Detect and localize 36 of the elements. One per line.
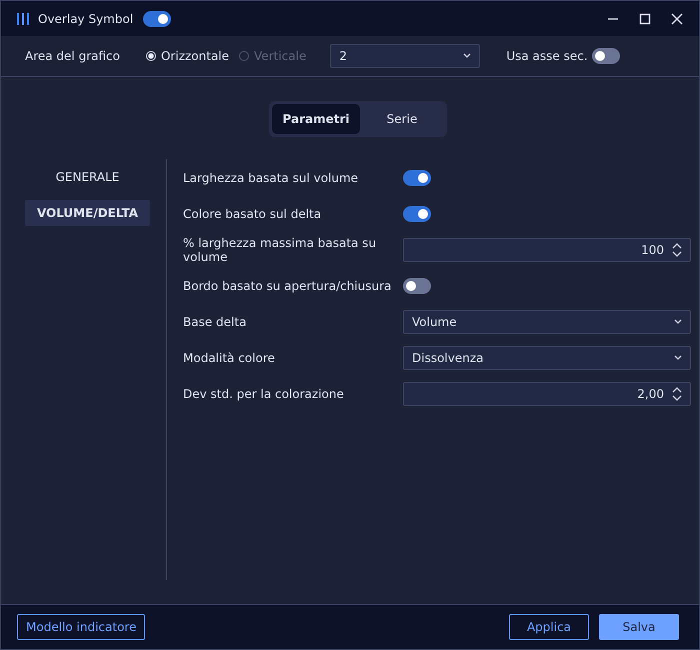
close-icon[interactable]	[671, 12, 683, 24]
setting-label: Colore basato sul delta	[183, 206, 322, 220]
orientation-radio[interactable]: Orizzontale	[146, 49, 230, 63]
secondary-axis-toggle[interactable]	[592, 48, 620, 64]
sidebar-item[interactable]: VOLUME/DELTA	[25, 200, 150, 226]
app-logo-icon	[16, 12, 30, 26]
indicator-template-button[interactable]: Modello indicatore	[17, 614, 146, 640]
number-field[interactable]: 100	[403, 238, 691, 262]
setting-label: Larghezza basata sul volume	[183, 170, 360, 184]
setting-toggle[interactable]	[403, 206, 431, 222]
window-title: Overlay Symbol	[38, 12, 134, 26]
tab[interactable]: Parametri	[272, 104, 360, 134]
setting-label: % larghezza massima basata su volume	[183, 236, 378, 264]
setting-label: Bordo basato su apertura/chiusura	[183, 278, 392, 292]
setting-toggle[interactable]	[403, 278, 431, 294]
chart-area-label: Area del grafico	[25, 49, 120, 63]
spinner-icon	[672, 386, 682, 400]
enable-toggle[interactable]	[143, 10, 172, 26]
secondary-axis-label: Usa asse sec.	[506, 49, 588, 63]
maximize-icon[interactable]	[639, 12, 651, 24]
setting-label: Dev std. per la colorazione	[183, 386, 345, 400]
number-field[interactable]: 2,00	[403, 382, 691, 406]
chevron-icon	[674, 354, 682, 360]
dropdown[interactable]: Volume	[403, 310, 691, 334]
setting-label: Modalità colore	[183, 350, 276, 364]
chevron-icon	[674, 318, 682, 324]
tab[interactable]: Serie	[360, 104, 444, 134]
chevron-icon	[463, 53, 472, 59]
dropdown[interactable]: Dissolvenza	[403, 346, 691, 370]
spinner-icon	[672, 242, 682, 256]
sidebar-item[interactable]: GENERALE	[25, 164, 150, 190]
pane-select[interactable]: 2	[330, 44, 480, 68]
footer-button[interactable]: Applica	[509, 614, 589, 640]
footer-button[interactable]: Salva	[599, 614, 679, 640]
setting-toggle[interactable]	[403, 170, 431, 186]
setting-label: Base delta	[183, 314, 248, 328]
